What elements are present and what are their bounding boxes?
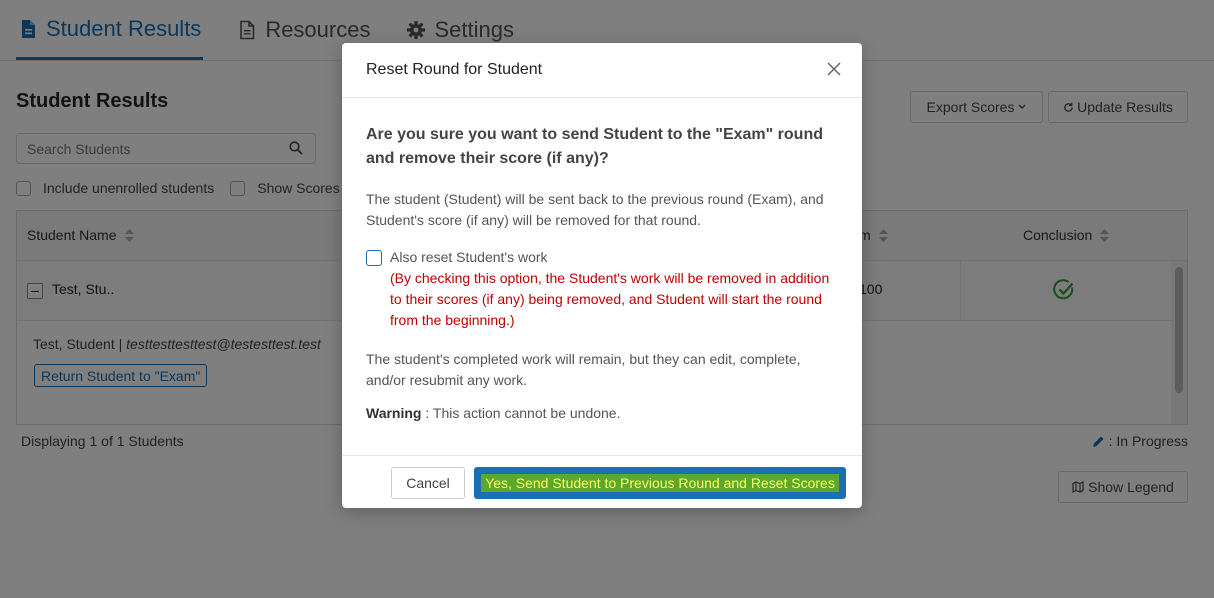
confirm-reset-button[interactable]: Yes, Send Student to Previous Round and … bbox=[474, 467, 846, 499]
dialog-title: Reset Round for Student bbox=[366, 61, 543, 78]
dialog-header: Reset Round for Student bbox=[342, 43, 862, 98]
explanation-text: The student (Student) will be sent back … bbox=[366, 191, 824, 228]
warning-message: : This action cannot be undone. bbox=[421, 405, 621, 421]
option-warning: (By checking this option, the Student's … bbox=[390, 270, 830, 328]
cancel-button[interactable]: Cancel bbox=[391, 467, 465, 499]
close-icon bbox=[827, 62, 841, 76]
confirm-question: Are you sure you want to send Student to… bbox=[366, 126, 823, 167]
close-button[interactable] bbox=[826, 62, 842, 78]
reset-round-dialog: Reset Round for Student Are you sure you… bbox=[342, 43, 862, 508]
confirm-button-label: Yes, Send Student to Previous Round and … bbox=[481, 474, 839, 492]
reset-work-option[interactable]: Also reset Student's work (By checking t… bbox=[366, 247, 836, 331]
option-label: Also reset Student's work bbox=[390, 249, 548, 265]
completed-work-note: The student's completed work will remain… bbox=[366, 351, 801, 388]
warning-text: Warning : This action cannot be undone. bbox=[366, 405, 836, 421]
dialog-footer: Cancel Yes, Send Student to Previous Rou… bbox=[342, 455, 862, 508]
reset-work-checkbox[interactable] bbox=[366, 250, 382, 266]
warning-label: Warning bbox=[366, 405, 422, 421]
dialog-body: Are you sure you want to send Student to… bbox=[366, 123, 836, 421]
